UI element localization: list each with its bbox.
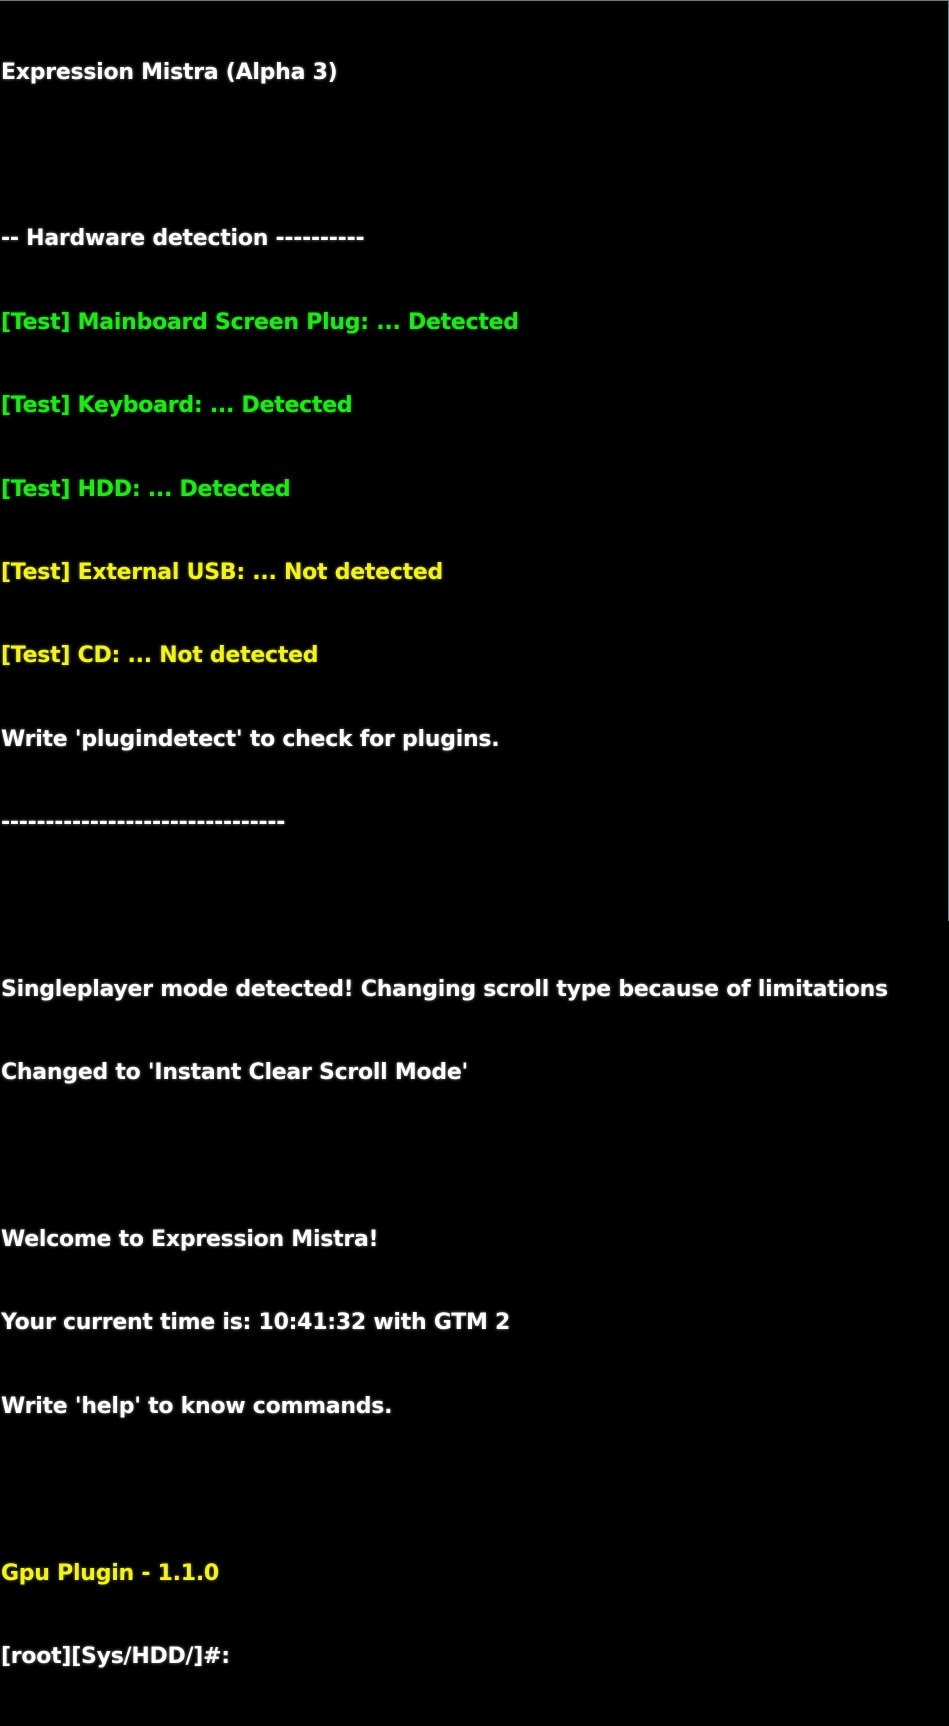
plugin-hint: Write 'plugindetect' to check for plugin… (1, 726, 500, 752)
command-prompt: [root][Sys/HDD/]#: (1, 1644, 230, 1670)
console-title: Expression Mistra (Alpha 3) (1, 59, 338, 85)
current-time-message: Your current time is: 10:41:32 with GTM … (1, 1310, 511, 1336)
console-output: Expression Mistra (Alpha 3) -- Hardware … (1, 3, 948, 1726)
singleplayer-notice: Singleplayer mode detected! Changing scr… (1, 976, 888, 1002)
test-line-keyboard: [Test] Keyboard: ... Detected (1, 393, 353, 419)
gpu-plugin-version: Gpu Plugin - 1.1.0 (1, 1560, 219, 1586)
test-line-cd: [Test] CD: ... Not detected (1, 643, 319, 669)
command-prompt-row[interactable]: [root][Sys/HDD/]#: (1, 1643, 948, 1671)
welcome-message: Welcome to Expression Mistra! (1, 1227, 379, 1253)
hardware-detection-header: -- Hardware detection ---------- (1, 226, 365, 252)
test-line-hdd: [Test] HDD: ... Detected (1, 476, 291, 502)
scroll-mode-notice: Changed to 'Instant Clear Scroll Mode' (1, 1060, 469, 1086)
separator-line: -------------------------------- (1, 810, 286, 836)
test-line-external-usb: [Test] External USB: ... Not detected (1, 559, 444, 585)
help-hint: Write 'help' to know commands. (1, 1393, 393, 1419)
test-line-mainboard-screen-plug: [Test] Mainboard Screen Plug: ... Detect… (1, 309, 519, 335)
terminal-screen[interactable]: Expression Mistra (Alpha 3) -- Hardware … (0, 0, 949, 1671)
command-input[interactable] (229, 1643, 836, 1671)
